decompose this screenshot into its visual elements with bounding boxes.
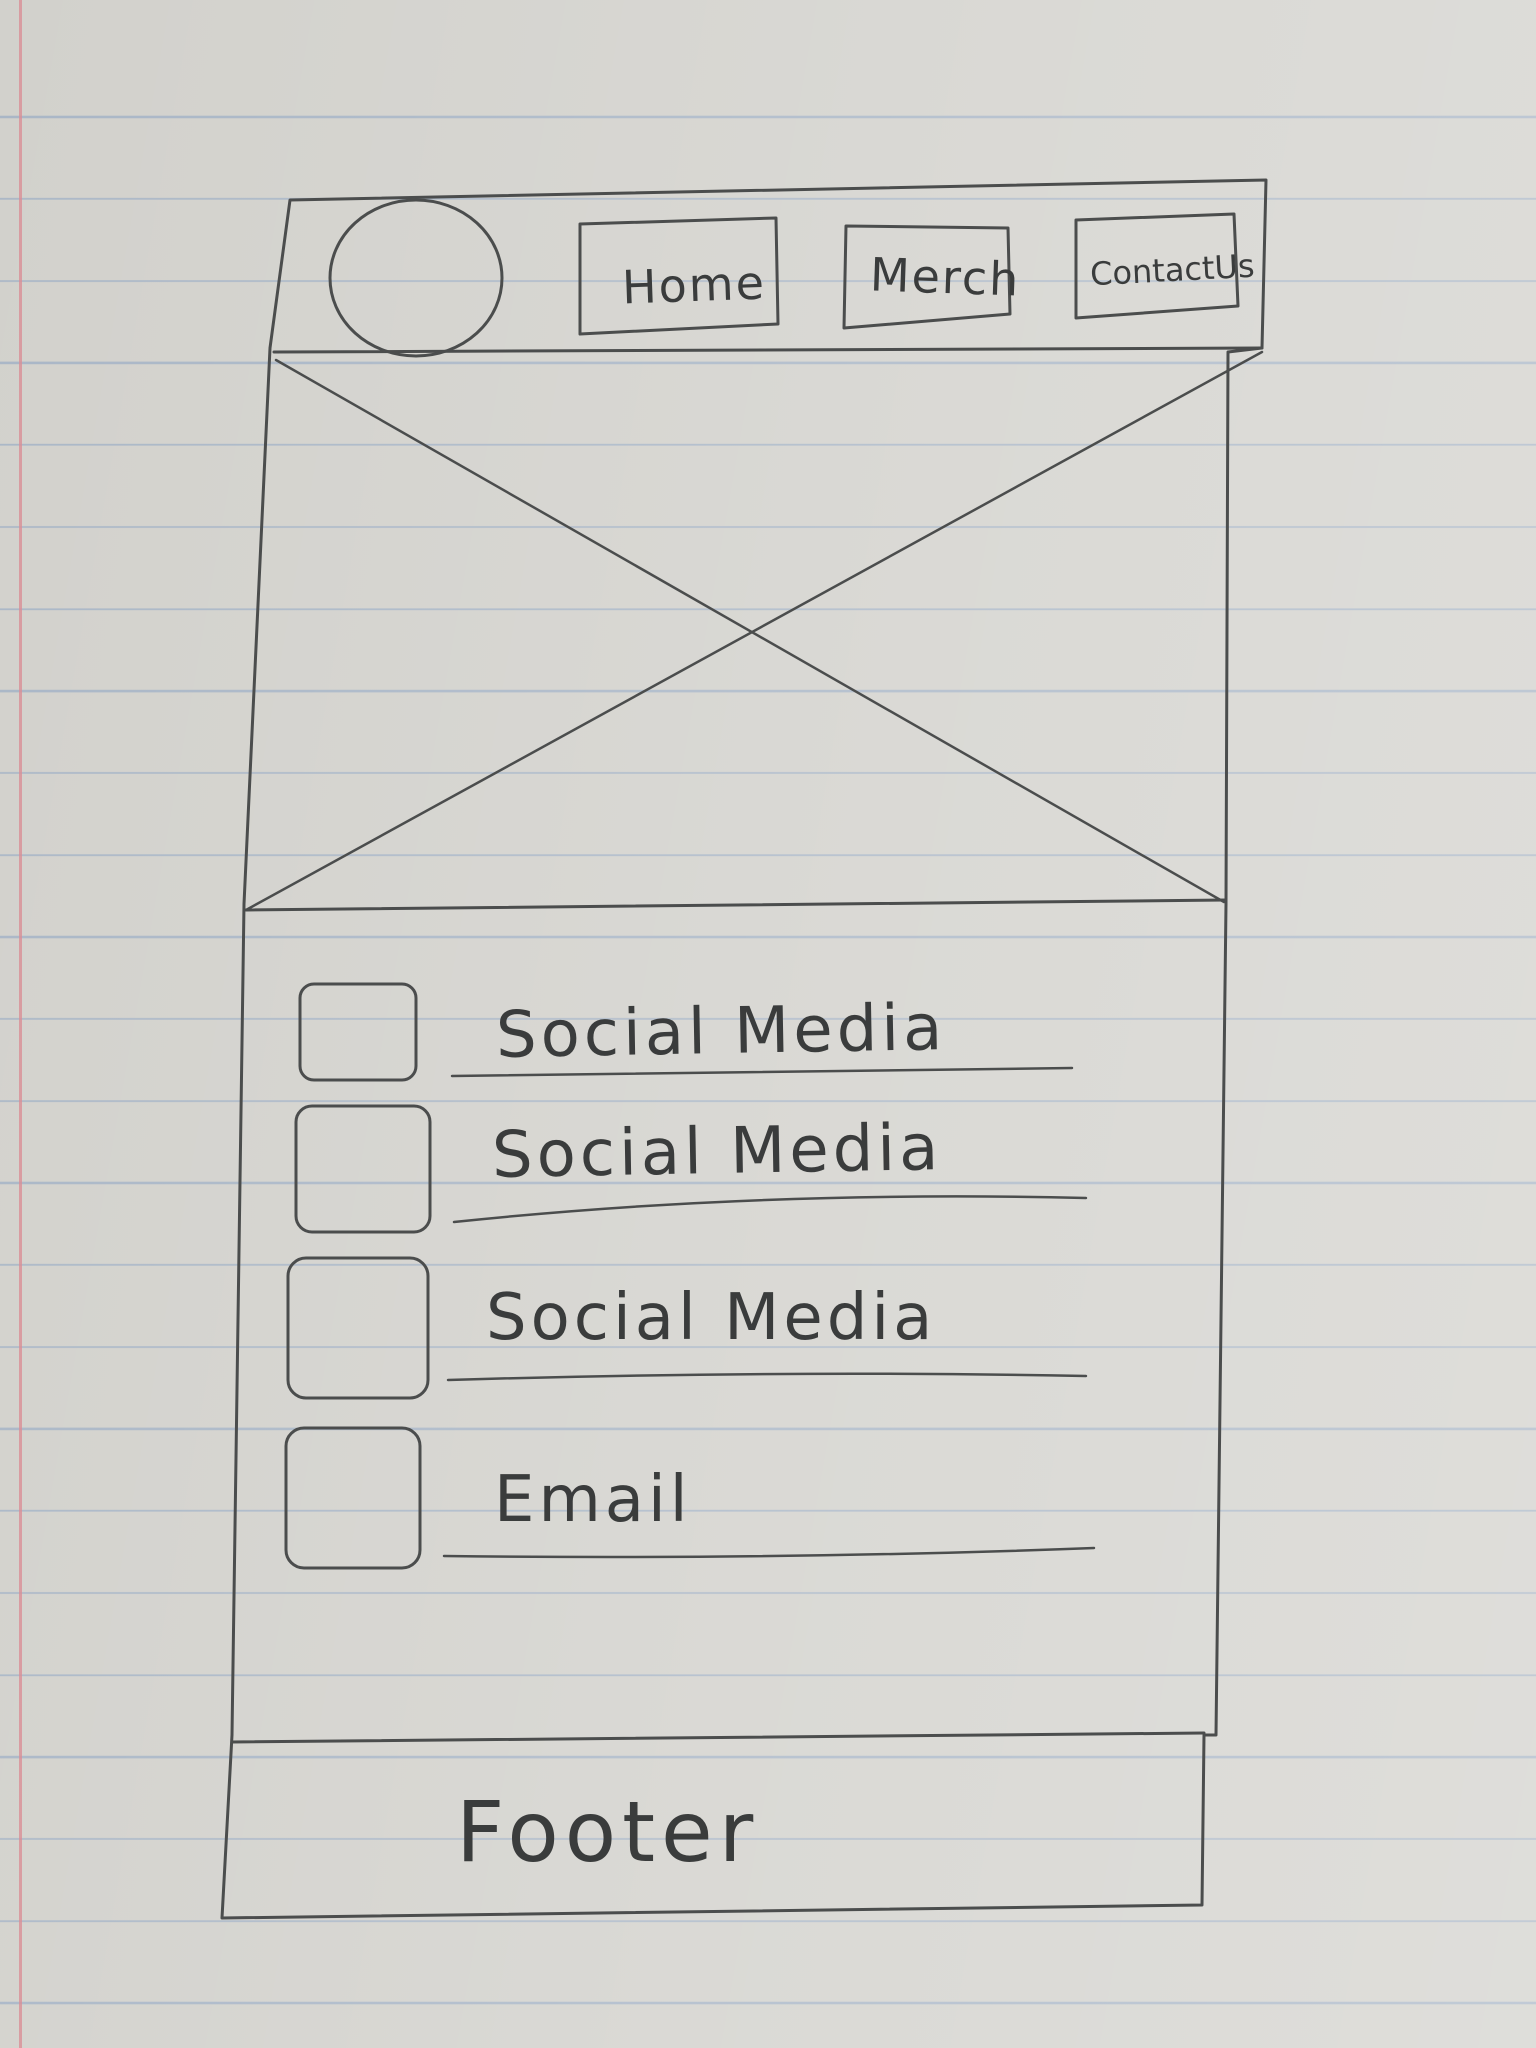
hero-divider — [244, 898, 1228, 912]
social-media-link-1[interactable]: Social Media — [495, 991, 947, 1073]
image-placeholder-icon — [244, 350, 1264, 912]
link-underline — [452, 1195, 1088, 1224]
link-underline — [442, 1546, 1096, 1559]
footer-divider — [230, 1731, 1206, 1744]
square-icon — [284, 1426, 422, 1570]
social-media-link-3[interactable]: Social Media — [486, 1286, 936, 1350]
nav-home-link[interactable]: Home — [621, 256, 767, 315]
footer-label: Footer — [456, 1783, 760, 1881]
square-icon — [294, 1104, 432, 1234]
nav-contact-link[interactable]: ContactUs — [1089, 247, 1255, 294]
logo-circle-icon — [328, 198, 504, 358]
header-divider — [272, 346, 1264, 354]
square-icon — [298, 982, 418, 1082]
link-underline — [446, 1372, 1088, 1382]
nav-merch-link[interactable]: Merch — [869, 247, 1021, 306]
social-media-link-2[interactable]: Social Media — [491, 1111, 943, 1193]
square-icon — [286, 1256, 430, 1400]
email-link[interactable]: Email — [494, 1468, 692, 1532]
